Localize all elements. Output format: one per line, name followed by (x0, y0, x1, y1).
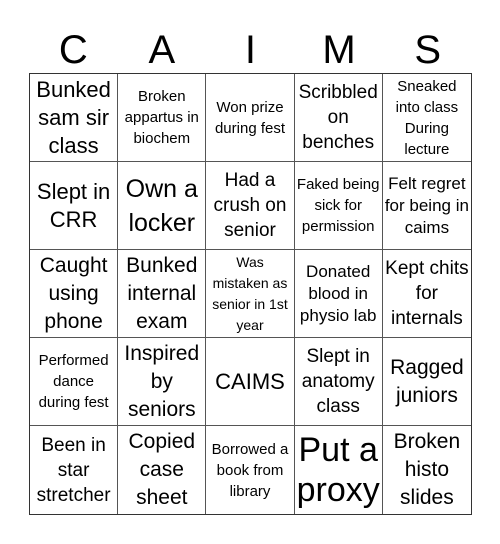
bingo-cell[interactable]: Faked being sick for permission (294, 162, 383, 250)
bingo-cell[interactable]: Broken histo slides (383, 426, 471, 514)
bingo-cell[interactable]: Had a crush on senior (206, 162, 295, 250)
bingo-cell[interactable]: Won prize during fest (206, 74, 295, 162)
bingo-cell[interactable]: Slept in anatomy class (294, 338, 383, 426)
header-letter-c: C (58, 28, 88, 72)
bingo-cell[interactable]: Sneaked into class During lecture (382, 74, 471, 162)
bingo-cell[interactable]: Ragged juniors (382, 338, 471, 426)
bingo-cell[interactable]: Inspired by seniors (118, 338, 207, 426)
bingo-cell[interactable]: Slept in CRR (30, 162, 119, 250)
bingo-cell[interactable]: Put a proxy (295, 426, 383, 514)
bingo-cell[interactable]: Borrowed a book from library (206, 426, 295, 514)
bingo-cell[interactable]: Felt regret for being in caims (382, 162, 471, 250)
bingo-cell[interactable]: Broken appartus in biochem (118, 74, 207, 162)
header-letter-a: A (148, 28, 176, 72)
header-letter-m: M (322, 28, 356, 72)
bingo-header: C A I M S (29, 28, 472, 73)
bingo-cell[interactable]: Copied case sheet (118, 426, 207, 514)
bingo-grid: Bunked sam sir class Broken appartus in … (29, 73, 472, 515)
bingo-cell[interactable]: Was mistaken as senior in 1st year (206, 250, 295, 338)
bingo-cell[interactable]: Caught using phone (30, 250, 119, 338)
bingo-cell[interactable]: Bunked sam sir class (30, 74, 119, 162)
bingo-cell[interactable]: Been in star stretcher (30, 426, 119, 514)
bingo-cell-free[interactable]: CAIMS (206, 338, 295, 426)
bingo-cell[interactable]: Performed dance during fest (30, 338, 119, 426)
bingo-cell[interactable]: Own a locker (118, 162, 207, 250)
header-letter-s: S (414, 28, 442, 72)
bingo-cell[interactable]: Bunked internal exam (118, 250, 207, 338)
header-letter-i: I (244, 28, 257, 72)
bingo-cell[interactable]: Kept chits for internals (382, 250, 471, 338)
bingo-cell[interactable]: Scribbled on benches (294, 74, 383, 162)
bingo-cell[interactable]: Donated blood in physio lab (294, 250, 383, 338)
